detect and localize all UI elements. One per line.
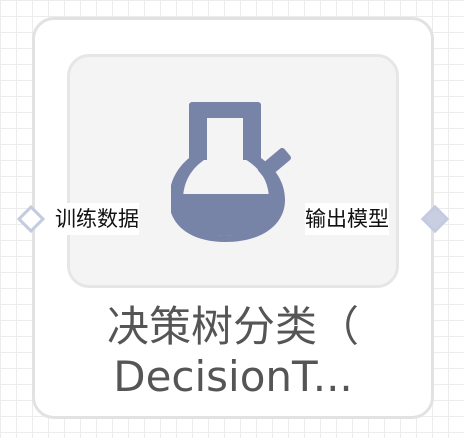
node-title-line-1: 决策树分类（	[106, 302, 359, 351]
flask-icon	[171, 102, 291, 242]
input-port-label: 训练数据	[55, 203, 139, 235]
node-title-line-2: DecisionT...	[113, 352, 353, 401]
output-port-label: 输出模型	[305, 203, 389, 235]
